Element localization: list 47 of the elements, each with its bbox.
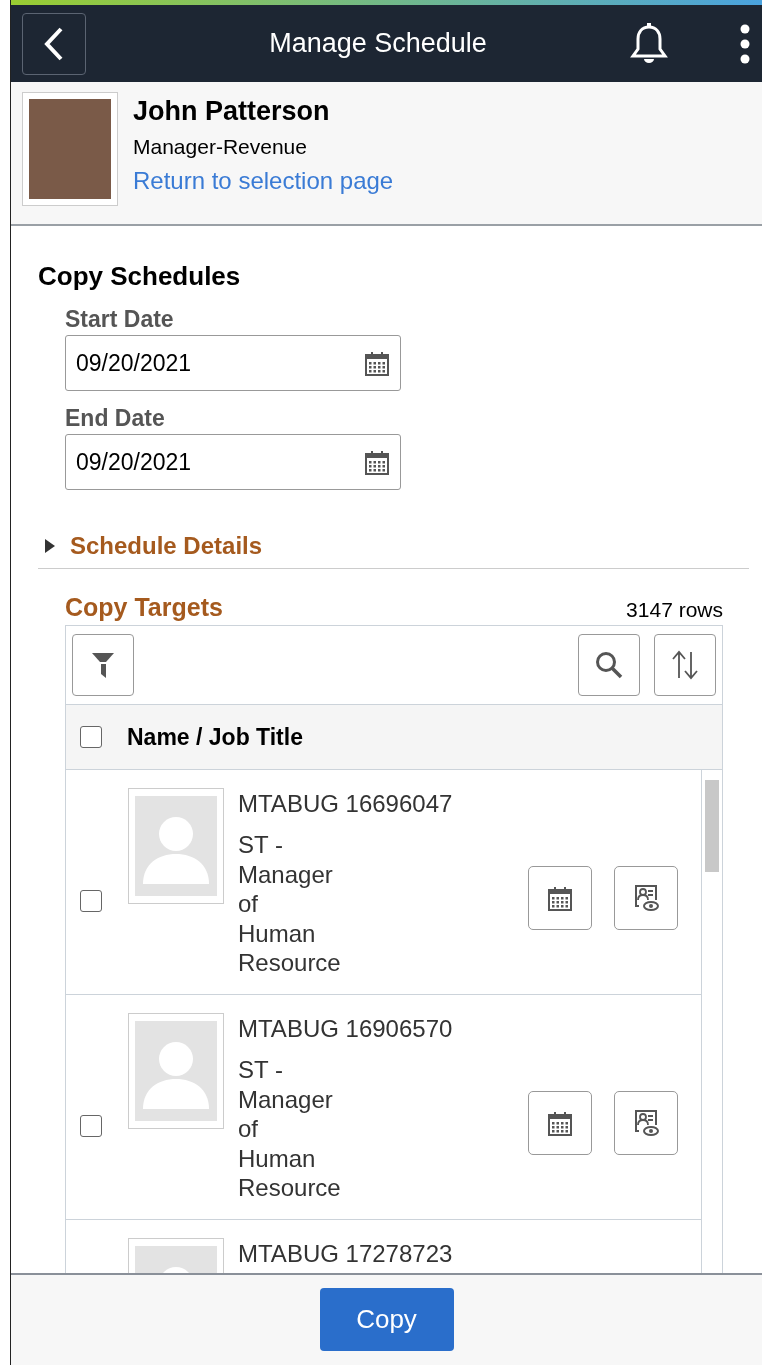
column-title: Name / Job Title <box>127 723 303 751</box>
bell-icon[interactable] <box>630 22 668 65</box>
grid-title: Copy Targets <box>65 593 223 622</box>
calendar-icon <box>547 885 573 911</box>
employee-id: MTABUG 16696047 <box>238 790 454 818</box>
calendar-icon[interactable] <box>364 350 390 376</box>
calendar-icon <box>547 1110 573 1136</box>
chevron-left-icon <box>43 25 65 62</box>
search-button[interactable] <box>578 634 640 696</box>
schedule-button[interactable] <box>528 1091 592 1155</box>
job-title: Manager-Revenue <box>133 135 307 159</box>
employee-name: John Patterson <box>133 96 330 127</box>
search-icon <box>595 651 623 679</box>
field-label: End Date <box>65 405 166 432</box>
checkbox[interactable] <box>80 890 102 912</box>
employee-id: MTABUG 17278723 <box>238 1240 454 1268</box>
return-link[interactable]: Return to selection page <box>133 167 394 195</box>
checkbox[interactable] <box>80 1115 102 1137</box>
back-button[interactable] <box>22 12 86 75</box>
sort-button[interactable] <box>654 634 716 696</box>
employee-id: MTABUG 16906570 <box>238 1015 454 1043</box>
page-title: Manage Schedule <box>268 28 488 59</box>
section-title: Copy Schedules <box>38 261 242 292</box>
section-toggle: Schedule Details <box>70 532 263 560</box>
copy-button[interactable]: Copy <box>319 1288 454 1351</box>
view-profile-button[interactable] <box>614 1091 678 1155</box>
person-card-eye-icon <box>633 1109 659 1137</box>
caret-right-icon <box>44 539 56 553</box>
view-profile-button[interactable] <box>614 866 678 930</box>
schedule-button[interactable] <box>528 866 592 930</box>
field-label: Start Date <box>65 306 175 333</box>
job-title: ST - Manager of Human Resource <box>238 830 342 978</box>
sort-arrows-icon <box>671 650 699 680</box>
scrollbar-thumb[interactable] <box>705 780 720 872</box>
collapsible-header[interactable]: Schedule Details <box>38 532 749 569</box>
calendar-icon[interactable] <box>364 449 390 475</box>
checkbox[interactable] <box>80 726 102 748</box>
more-menu-icon[interactable] <box>740 23 750 64</box>
filter-button[interactable] <box>72 634 134 696</box>
date-field[interactable]: 09/20/2021 <box>65 335 401 391</box>
row-count: 3147 rows <box>626 598 723 622</box>
date-field[interactable]: 09/20/2021 <box>65 434 401 490</box>
person-card-eye-icon <box>633 884 659 912</box>
job-title: ST - Manager of Human Resource <box>238 1055 342 1203</box>
funnel-icon <box>91 652 115 678</box>
person-silhouette-icon <box>135 1021 217 1121</box>
person-silhouette-icon <box>135 796 217 896</box>
